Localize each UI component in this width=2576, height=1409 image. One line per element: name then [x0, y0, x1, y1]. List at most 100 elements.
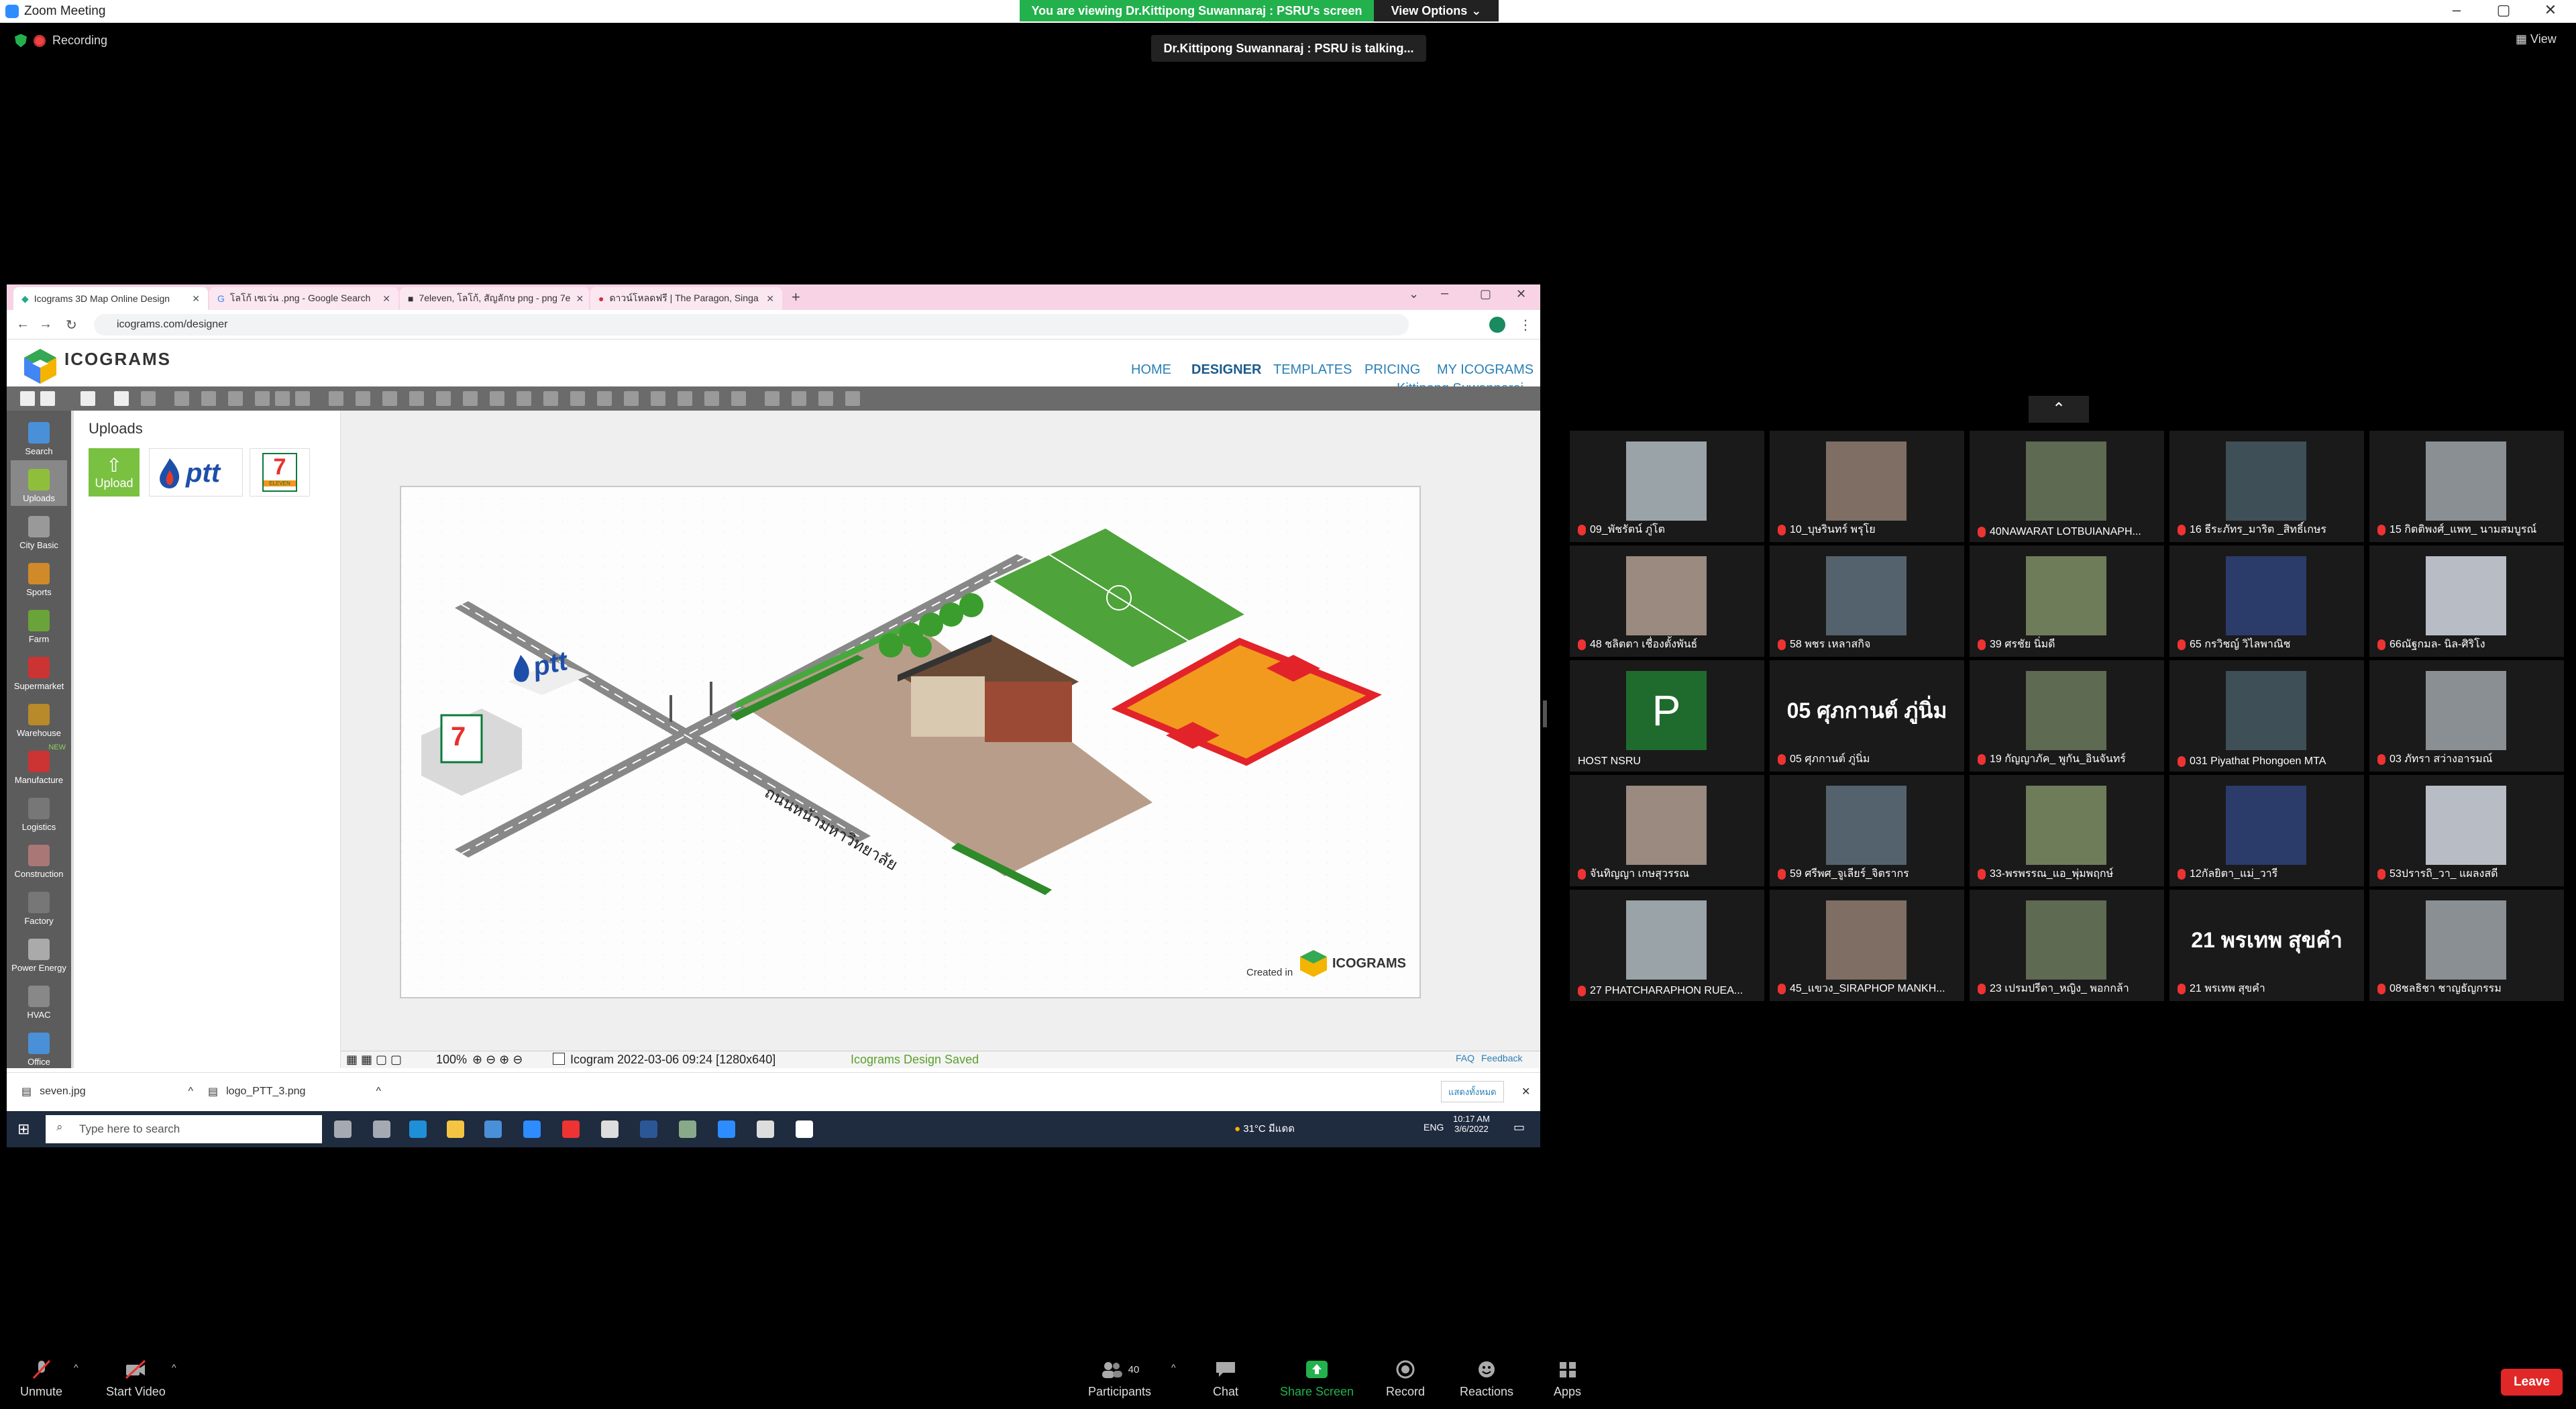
participant-tile[interactable]: 53ปรารถิ_วา_ แผลงสดี — [2369, 775, 2564, 886]
participant-tile[interactable]: 03 ภัทรา สว่างอารมณ์ — [2369, 660, 2564, 772]
toolbar-tool-icon[interactable] — [275, 391, 290, 406]
toolbar-tool-icon[interactable] — [678, 391, 692, 406]
browser-minimize-button[interactable]: – — [1441, 286, 1448, 301]
sidebar-item-logistics[interactable]: Logistics — [11, 789, 67, 835]
browser-tab[interactable]: G โลโก้ เซเว่น .png - Google Search ✕ — [209, 287, 398, 310]
view-button[interactable]: ▦ View — [2516, 32, 2557, 46]
sidebar-item-office[interactable]: Office — [11, 1024, 67, 1069]
participant-tile[interactable]: 12กัลยิตา_แม่_วารี — [2169, 775, 2364, 886]
menu-templates[interactable]: TEMPLATES — [1273, 362, 1352, 378]
toolbar-tool-icon[interactable] — [704, 391, 719, 406]
forward-icon[interactable]: → — [39, 317, 52, 332]
upload-button[interactable]: ⇧ Upload — [89, 448, 140, 497]
clock[interactable]: 10:17 AM 3/6/2022 — [1453, 1114, 1490, 1134]
participants-button[interactable]: 40 Participants — [1088, 1359, 1151, 1399]
sidebar-item-city-basic[interactable]: City Basic — [11, 507, 67, 553]
feedback-link[interactable]: Feedback — [1481, 1053, 1522, 1063]
leave-button[interactable]: Leave — [2501, 1369, 2563, 1396]
toolbar-tool-icon[interactable] — [792, 391, 806, 406]
close-button[interactable]: ✕ — [2537, 1, 2564, 19]
gallery-scroll-up-button[interactable]: ⌃ — [2029, 396, 2089, 423]
browser-tab[interactable]: ● ดาวน์โหลดฟรี | The Paragon, Singa ✕ — [590, 287, 782, 310]
sidebar-item-supermarket[interactable]: Supermarket — [11, 648, 67, 694]
share-screen-button[interactable]: Share Screen — [1280, 1359, 1354, 1399]
chevron-up-icon[interactable]: ^ — [188, 1086, 193, 1098]
toolbar-tool-icon[interactable] — [490, 391, 504, 406]
toolbar-tool-icon[interactable] — [356, 391, 370, 406]
toolbar-tool-icon[interactable] — [765, 391, 780, 406]
sidebar-item-manufacture[interactable]: Manufacture NEW — [11, 742, 67, 788]
apps-button[interactable]: Apps — [1554, 1359, 1581, 1399]
ptt-logo-thumbnail[interactable]: ptt — [149, 448, 243, 497]
profile-avatar[interactable] — [1489, 317, 1505, 333]
participant-tile[interactable]: 09_พัชรัตน์ ภู่โต — [1570, 431, 1764, 542]
record-button[interactable]: Record — [1386, 1359, 1425, 1399]
sidebar-item-search[interactable]: Search — [11, 413, 67, 459]
chat-button[interactable]: Chat — [1213, 1359, 1238, 1399]
participant-tile[interactable]: 45_แขวง_SIRAPHOP MANKH... — [1770, 890, 1964, 1001]
participant-tile[interactable]: 48 ชลิตตา เชื่องตั้งพันธ์ — [1570, 545, 1764, 657]
close-tab-icon[interactable]: ✕ — [766, 293, 774, 305]
language-indicator[interactable]: ENG — [1424, 1122, 1444, 1133]
participants-chevron-icon[interactable]: ^ — [1171, 1362, 1176, 1373]
grid-toggle-icon[interactable]: ▦ ▦ ▢ ▢ — [346, 1053, 402, 1067]
menu-my-icograms[interactable]: MY ICOGRAMS — [1437, 362, 1534, 378]
participant-tile[interactable]: 59 ศรีพศ_จูเลียร์_จิตรากร — [1770, 775, 1964, 886]
menu-designer[interactable]: DESIGNER — [1191, 362, 1261, 378]
participant-tile[interactable]: 23 เปรมปรีดา_หญิง_ พอกกล้า — [1970, 890, 2164, 1001]
participant-tile[interactable]: 16 ธีระภัทร_มาริต _สิทธิ์เกษร — [2169, 431, 2364, 542]
toolbar-tool-icon[interactable] — [517, 391, 531, 406]
participant-tile[interactable]: 65 กรวิชญ์ วิไลพาณิช — [2169, 545, 2364, 657]
taskbar-app-icon[interactable] — [373, 1120, 390, 1138]
sidebar-item-uploads[interactable]: Uploads — [11, 460, 67, 506]
taskbar-app-icon[interactable] — [334, 1120, 352, 1138]
participant-tile[interactable]: 27 PHATCHARAPHON RUEA... — [1570, 890, 1764, 1001]
close-tab-icon[interactable]: ✕ — [382, 293, 390, 305]
sidebar-item-construction[interactable]: Construction — [11, 836, 67, 882]
download-item[interactable]: ▤ logo_PTT_3.png ^ — [208, 1081, 381, 1102]
tab-search-icon[interactable]: ⌄ — [1409, 287, 1419, 301]
toolbar-tool-icon[interactable] — [570, 391, 585, 406]
sidebar-item-sports[interactable]: Sports — [11, 554, 67, 600]
toolbar-tool-icon[interactable] — [409, 391, 424, 406]
toolbar-tool-icon[interactable] — [731, 391, 746, 406]
split-divider[interactable] — [1543, 700, 1547, 727]
menu-kebab-icon[interactable]: ⋮ — [1519, 317, 1532, 333]
windows-start-icon[interactable]: ⊞ — [17, 1120, 30, 1138]
toolbar-tool-icon[interactable] — [80, 391, 95, 406]
menu-home[interactable]: HOME — [1131, 362, 1171, 378]
minimize-button[interactable]: – — [2443, 1, 2470, 19]
participant-tile[interactable]: 10_บุษรินทร์ พรุโย — [1770, 431, 1964, 542]
taskbar-app-icon[interactable] — [447, 1120, 464, 1138]
sidebar-item-factory[interactable]: Factory — [11, 883, 67, 929]
toolbar-tool-icon[interactable] — [114, 391, 129, 406]
toolbar-tool-icon[interactable] — [329, 391, 343, 406]
participant-tile[interactable]: 40NAWARAT LOTBUIANAPH... — [1970, 431, 2164, 542]
new-tab-button[interactable]: + — [792, 289, 800, 306]
chevron-up-icon[interactable]: ^ — [376, 1086, 381, 1098]
toolbar-tool-icon[interactable] — [141, 391, 156, 406]
browser-close-button[interactable]: ✕ — [1516, 287, 1526, 301]
reload-icon[interactable]: ↻ — [66, 317, 77, 333]
toolbar-tool-icon[interactable] — [295, 391, 310, 406]
close-downloads-icon[interactable]: ✕ — [1521, 1081, 1530, 1102]
toolbar-tool-icon[interactable] — [228, 391, 243, 406]
menu-pricing[interactable]: PRICING — [1364, 362, 1420, 378]
weather-widget[interactable]: ● 31°C มีแดด — [1234, 1120, 1295, 1137]
toolbar-tool-icon[interactable] — [597, 391, 612, 406]
show-all-button[interactable]: แสดงทั้งหมด — [1441, 1081, 1504, 1102]
browser-tab[interactable]: ◆ Icograms 3D Map Online Design ✕ — [13, 287, 208, 310]
participant-tile[interactable]: 05 ศุภกานต์ ภู่นิ่ม 05 ศุภกานต์ ภู่นิ่ม — [1770, 660, 1964, 772]
participant-tile[interactable]: 58 พชร เหลาสกิจ — [1770, 545, 1964, 657]
taskbar-app-icon[interactable] — [409, 1120, 427, 1138]
toolbar-tool-icon[interactable] — [40, 391, 55, 406]
url-input[interactable]: icograms.com/designer — [94, 314, 1409, 335]
taskbar-app-icon[interactable] — [796, 1120, 813, 1138]
reactions-button[interactable]: Reactions — [1460, 1359, 1513, 1399]
maximize-button[interactable]: ▢ — [2490, 1, 2517, 19]
browser-restore-button[interactable]: ▢ — [1480, 287, 1491, 301]
toolbar-tool-icon[interactable] — [436, 391, 451, 406]
unmute-button[interactable]: Unmute — [20, 1359, 62, 1399]
close-tab-icon[interactable]: ✕ — [192, 293, 200, 305]
toolbar-tool-icon[interactable] — [845, 391, 860, 406]
